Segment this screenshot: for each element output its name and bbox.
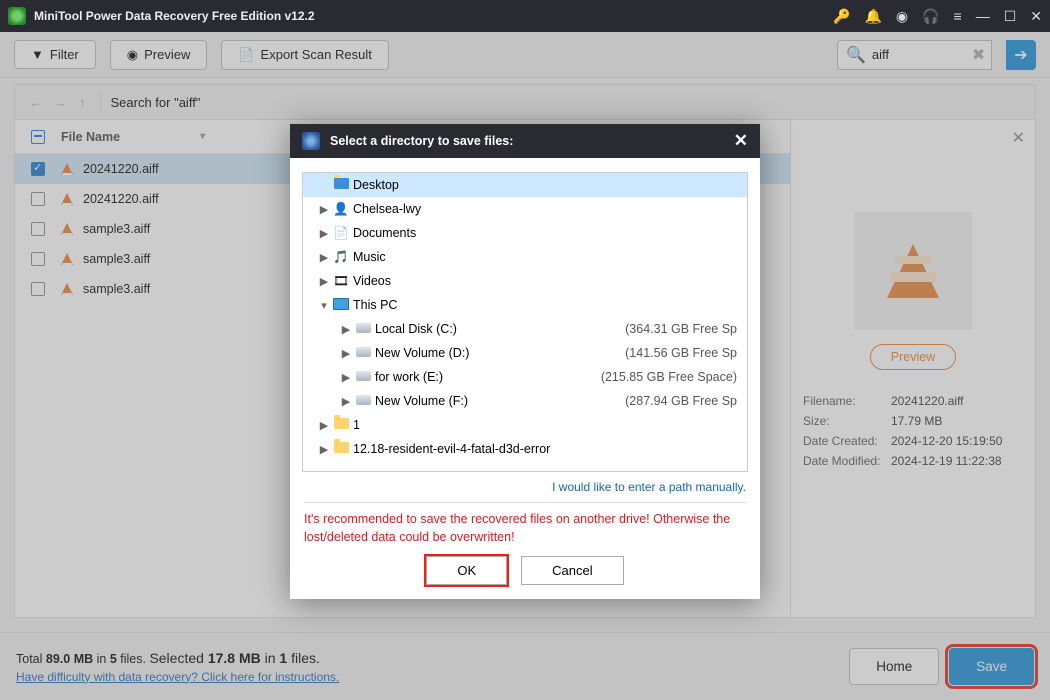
key-icon[interactable]: 🔑 (833, 8, 850, 25)
free-space: (141.56 GB Free Sp (625, 346, 747, 360)
tree-label: Desktop (351, 178, 737, 192)
folder-icon: 🎞 (331, 274, 351, 289)
expand-icon[interactable]: ▶ (339, 395, 353, 408)
expand-icon[interactable]: ▶ (317, 275, 331, 288)
manual-path-link[interactable]: I would like to enter a path manually. (552, 480, 746, 494)
expand-icon[interactable]: ▶ (317, 419, 331, 432)
folder-icon: 👤 (331, 202, 351, 217)
tree-label: for work (E:) (373, 370, 601, 384)
minimize-icon[interactable]: — (976, 8, 990, 24)
tree-label: Videos (351, 274, 737, 288)
tree-label: Chelsea-lwy (351, 202, 737, 216)
tree-item[interactable]: ▶ 🎞 Videos (303, 269, 747, 293)
folder-icon (331, 442, 351, 456)
tree-item[interactable]: ▶ for work (E:) (215.85 GB Free Space) (303, 365, 747, 389)
tree-label: Documents (351, 226, 737, 240)
bell-icon[interactable]: 🔔 (864, 8, 881, 25)
tree-label: Music (351, 250, 737, 264)
folder-icon: 📄 (331, 226, 351, 241)
tree-item[interactable]: ▶ 👤 Chelsea-lwy (303, 197, 747, 221)
close-icon[interactable]: ✕ (1030, 8, 1042, 25)
tree-item[interactable]: Desktop (303, 173, 747, 197)
folder-icon (331, 298, 351, 313)
expand-icon[interactable]: ▶ (317, 251, 331, 264)
tree-label: 12.18-resident-evil-4-fatal-d3d-error (351, 442, 737, 456)
warning-text: It's recommended to save the recovered f… (290, 503, 760, 556)
expand-icon[interactable]: ▶ (317, 203, 331, 216)
folder-icon (353, 394, 373, 408)
expand-icon[interactable]: ▾ (317, 299, 331, 312)
cancel-button[interactable]: Cancel (521, 556, 623, 585)
expand-icon[interactable]: ▶ (317, 443, 331, 456)
tree-label: New Volume (D:) (373, 346, 625, 360)
free-space: (215.85 GB Free Space) (601, 370, 747, 384)
directory-tree: Desktop ▶ 👤 Chelsea-lwy ▶ 📄 Documents ▶ … (302, 172, 748, 472)
titlebar: MiniTool Power Data Recovery Free Editio… (0, 0, 1050, 32)
free-space: (364.31 GB Free Sp (625, 322, 747, 336)
folder-icon (331, 418, 351, 432)
tree-item[interactable]: ▶ 📄 Documents (303, 221, 747, 245)
window-title: MiniTool Power Data Recovery Free Editio… (34, 9, 833, 23)
tree-label: This PC (351, 298, 737, 312)
expand-icon[interactable]: ▶ (339, 371, 353, 384)
tree-item[interactable]: ▶ Local Disk (C:) (364.31 GB Free Sp (303, 317, 747, 341)
tree-label: Local Disk (C:) (373, 322, 625, 336)
tree-label: 1 (351, 418, 737, 432)
headset-icon[interactable]: 🎧 (922, 8, 939, 25)
expand-icon[interactable]: ▶ (339, 323, 353, 336)
modal-title: Select a directory to save files: (330, 134, 513, 148)
folder-icon (353, 370, 373, 384)
expand-icon[interactable]: ▶ (339, 347, 353, 360)
tree-label: New Volume (F:) (373, 394, 625, 408)
folder-icon (353, 322, 373, 336)
expand-icon[interactable]: ▶ (317, 227, 331, 240)
tree-item[interactable]: ▶ 12.18-resident-evil-4-fatal-d3d-error (303, 437, 747, 461)
folder-icon: 🎵 (331, 250, 351, 265)
directory-modal: Select a directory to save files: ✕ Desk… (290, 124, 760, 599)
maximize-icon[interactable]: ☐ (1004, 8, 1017, 25)
menu-icon[interactable]: ≡ (954, 8, 962, 24)
modal-close-icon[interactable]: ✕ (734, 131, 748, 151)
app-logo-icon (8, 7, 26, 25)
modal-logo-icon (302, 132, 320, 150)
tree-item[interactable]: ▾ This PC (303, 293, 747, 317)
folder-icon (331, 178, 351, 192)
ok-button[interactable]: OK (426, 556, 507, 585)
tree-item[interactable]: ▶ 🎵 Music (303, 245, 747, 269)
tree-item[interactable]: ▶ New Volume (F:) (287.94 GB Free Sp (303, 389, 747, 413)
tree-item[interactable]: ▶ New Volume (D:) (141.56 GB Free Sp (303, 341, 747, 365)
free-space: (287.94 GB Free Sp (625, 394, 747, 408)
tree-item[interactable]: ▶ 1 (303, 413, 747, 437)
globe-icon[interactable]: ◉ (896, 8, 908, 25)
folder-icon (353, 346, 373, 360)
